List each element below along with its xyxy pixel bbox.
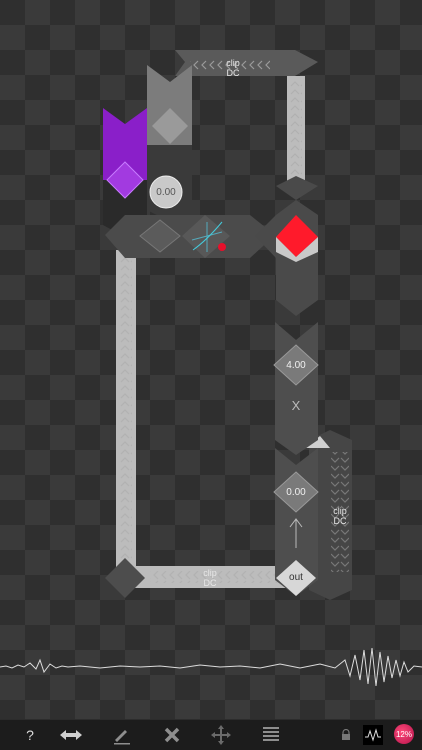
lock-button[interactable]: [336, 720, 356, 750]
lock-icon: [342, 729, 350, 740]
help-label: ?: [26, 727, 34, 743]
patch-canvas[interactable]: [0, 0, 422, 750]
toolbar: ? 12%: [0, 719, 422, 750]
resize-icon: [60, 730, 82, 740]
delete-icon: [164, 727, 180, 743]
clip-right-label: clip DC: [333, 506, 347, 526]
pencil-button[interactable]: [108, 720, 136, 750]
wire-left[interactable]: [116, 250, 136, 580]
help-button[interactable]: ?: [18, 720, 42, 750]
add-value: 0.00: [286, 487, 306, 498]
waveform: [0, 647, 422, 687]
xy-module[interactable]: [105, 215, 275, 258]
delete-button[interactable]: [158, 720, 186, 750]
move-button[interactable]: [206, 720, 236, 750]
multiply-value: 4.00: [286, 360, 306, 371]
multiply-module[interactable]: [273, 322, 319, 455]
clip-bottom-label: clip DC: [203, 568, 217, 588]
multiply-symbol: X: [291, 398, 301, 413]
pencil-icon: [114, 730, 130, 745]
gray-knob-module[interactable]: [147, 65, 192, 222]
cpu-badge: 12%: [394, 724, 414, 744]
xy-dot: [218, 243, 226, 251]
red-module[interactable]: [255, 200, 318, 316]
out-label: out: [289, 572, 303, 583]
oscilloscope-button[interactable]: [362, 720, 384, 750]
oscilloscope-icon: [363, 725, 383, 745]
resize-button[interactable]: [56, 720, 86, 750]
clip-top-label: clip DC: [226, 58, 240, 78]
wire-right-top[interactable]: [276, 76, 318, 200]
move-icon: [211, 725, 231, 745]
list-button[interactable]: [258, 720, 284, 750]
knob-value: 0.00: [156, 187, 176, 198]
list-icon: [263, 727, 279, 741]
